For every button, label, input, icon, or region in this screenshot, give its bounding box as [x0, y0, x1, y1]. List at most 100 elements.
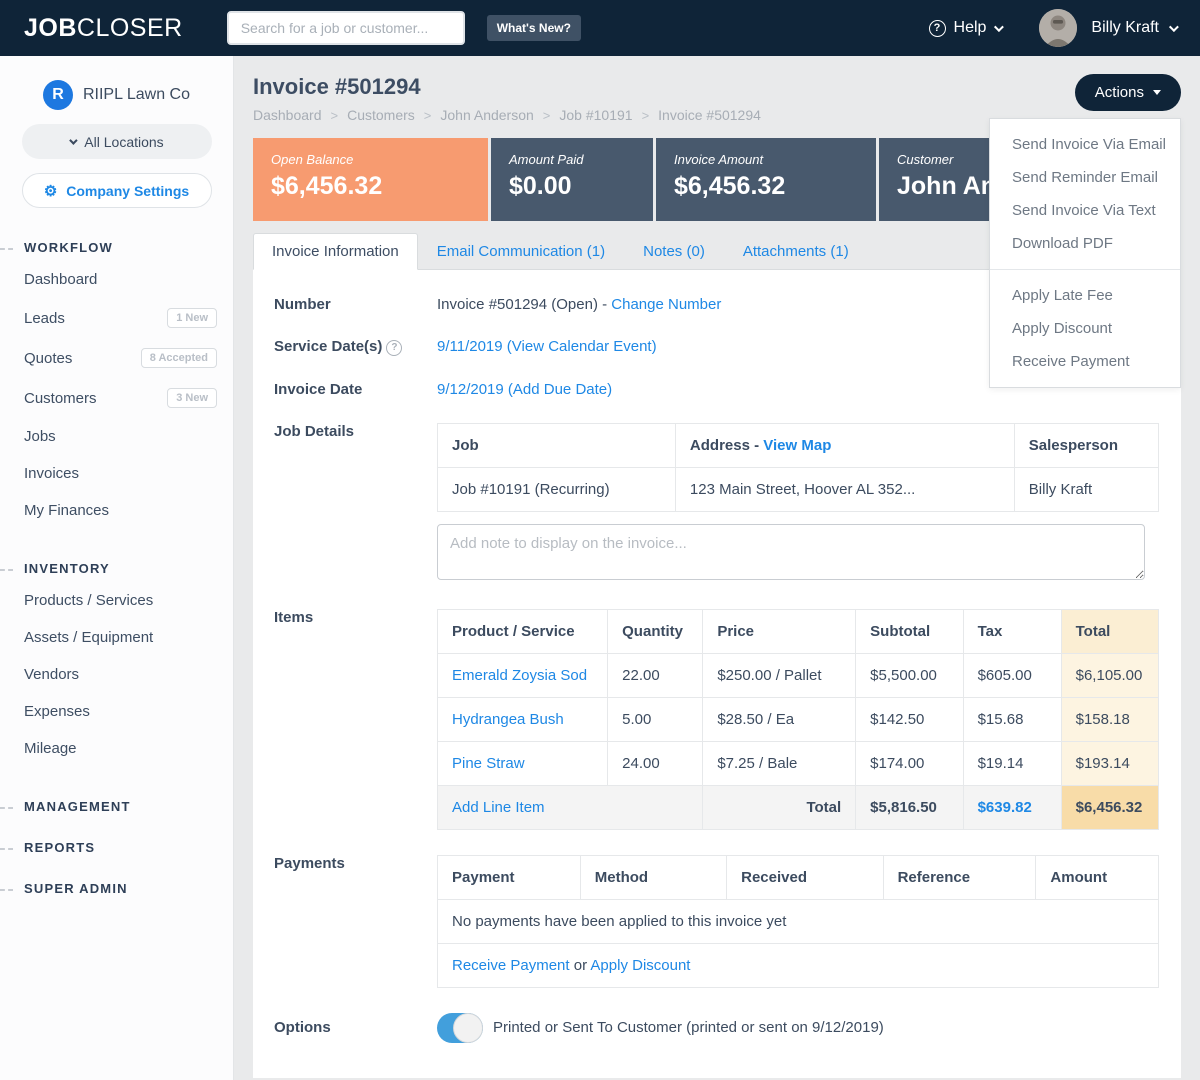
- add-line-item-link[interactable]: Add Line Item: [452, 799, 545, 816]
- price-cell: $28.50 / Ea: [703, 697, 856, 741]
- table-header-row: Product / Service Quantity Price Subtota…: [438, 609, 1159, 653]
- breadcrumb-customer-name[interactable]: John Anderson: [440, 107, 533, 123]
- chevron-down-icon: [994, 22, 1004, 32]
- invoice-note-input[interactable]: [437, 524, 1145, 580]
- app-logo: JOBCLOSER: [24, 14, 183, 43]
- sidebar-section-reports[interactable]: REPORTS: [0, 834, 233, 861]
- breadcrumb-job[interactable]: Job #10191: [559, 107, 632, 123]
- sidebar-item-vendors[interactable]: Vendors: [0, 656, 233, 693]
- breadcrumb: Dashboard> Customers> John Anderson> Job…: [253, 107, 761, 123]
- breadcrumb-separator: >: [543, 108, 551, 123]
- sidebar-item-invoices[interactable]: Invoices: [0, 455, 233, 492]
- view-map-link[interactable]: View Map: [763, 437, 831, 454]
- sidebar-item-assets-equipment[interactable]: Assets / Equipment: [0, 619, 233, 656]
- menu-item-send-reminder-email[interactable]: Send Reminder Email: [990, 161, 1180, 194]
- tab-notes[interactable]: Notes (0): [624, 233, 724, 270]
- product-cell: Hydrangea Bush: [438, 697, 608, 741]
- breadcrumb-customers[interactable]: Customers: [347, 107, 415, 123]
- price-header: Price: [703, 609, 856, 653]
- tab-invoice-information[interactable]: Invoice Information: [253, 233, 418, 270]
- menu-item-send-invoice-text[interactable]: Send Invoice Via Text: [990, 194, 1180, 227]
- nav-label: Products / Services: [24, 592, 153, 609]
- stat-value: $0.00: [509, 172, 635, 201]
- service-date-link[interactable]: 9/11/2019: [437, 338, 503, 355]
- table-row: No payments have been applied to this in…: [438, 899, 1159, 943]
- tab-attachments[interactable]: Attachments (1): [724, 233, 868, 270]
- table-row: Receive Payment or Apply Discount: [438, 943, 1159, 987]
- nav-label: Jobs: [24, 428, 56, 445]
- invoice-date-link[interactable]: 9/12/2019: [437, 381, 504, 398]
- sidebar-item-dashboard[interactable]: Dashboard: [0, 261, 233, 298]
- search-input[interactable]: [227, 11, 465, 45]
- sidebar-item-customers[interactable]: Customers3 New: [0, 378, 233, 418]
- sidebar-item-mileage[interactable]: Mileage: [0, 730, 233, 767]
- sidebar-item-quotes[interactable]: Quotes8 Accepted: [0, 338, 233, 378]
- tax-header: Tax: [963, 609, 1061, 653]
- toggle-knob: [453, 1013, 483, 1043]
- company-settings-button[interactable]: ⚙ Company Settings: [22, 173, 212, 208]
- section-label: WORKFLOW: [24, 240, 113, 255]
- salesperson-header: Salesperson: [1014, 423, 1158, 467]
- add-line-item-cell: Add Line Item: [438, 785, 703, 829]
- field-options: Printed or Sent To Customer (printed or …: [437, 1011, 1159, 1043]
- nav-label: Mileage: [24, 740, 77, 757]
- actions-button[interactable]: Actions: [1075, 74, 1181, 111]
- sidebar-item-my-finances[interactable]: My Finances: [0, 492, 233, 529]
- menu-divider: [990, 269, 1180, 270]
- invoice-information-panel: Number Invoice #501294 (Open) - Change N…: [253, 270, 1181, 1078]
- table-row: Pine Straw 24.00 $7.25 / Bale $174.00 $1…: [438, 741, 1159, 785]
- logo-bold: JOB: [24, 14, 77, 42]
- subtotal-cell: $5,500.00: [856, 653, 963, 697]
- subtotal-cell: $142.50: [856, 697, 963, 741]
- breadcrumb-invoice[interactable]: Invoice #501294: [658, 107, 761, 123]
- actions-label: Actions: [1095, 84, 1144, 101]
- add-due-date-link[interactable]: (Add Due Date): [508, 381, 612, 398]
- menu-item-apply-discount[interactable]: Apply Discount: [990, 312, 1180, 345]
- apply-discount-link[interactable]: Apply Discount: [590, 957, 690, 974]
- all-locations-select[interactable]: All Locations: [22, 124, 212, 159]
- printed-sent-text: Printed or Sent To Customer (printed or …: [493, 1019, 884, 1036]
- reference-header: Reference: [883, 855, 1036, 899]
- question-icon[interactable]: ?: [386, 340, 402, 356]
- chevron-down-icon: [69, 136, 77, 144]
- section-dash-icon: [0, 889, 13, 891]
- menu-item-receive-payment[interactable]: Receive Payment: [990, 345, 1180, 378]
- breadcrumb-dashboard[interactable]: Dashboard: [253, 107, 322, 123]
- table-header-row: Payment Method Received Reference Amount: [438, 855, 1159, 899]
- amount-header: Amount: [1036, 855, 1159, 899]
- change-number-link[interactable]: Change Number: [611, 296, 721, 313]
- avatar[interactable]: [1039, 9, 1077, 47]
- help-menu[interactable]: ? Help: [929, 19, 1002, 37]
- menu-item-download-pdf[interactable]: Download PDF: [990, 227, 1180, 260]
- sidebar-item-jobs[interactable]: Jobs: [0, 418, 233, 455]
- sidebar-item-leads[interactable]: Leads1 New: [0, 298, 233, 338]
- breadcrumb-separator: >: [331, 108, 339, 123]
- items-footer-row: Add Line Item Total $5,816.50 $639.82 $6…: [438, 785, 1159, 829]
- printed-sent-toggle[interactable]: [437, 1013, 483, 1043]
- table-row: Job #10191 (Recurring) 123 Main Street, …: [438, 467, 1159, 511]
- quantity-header: Quantity: [608, 609, 703, 653]
- sidebar-section-super-admin[interactable]: SUPER ADMIN: [0, 875, 233, 902]
- sidebar-item-products-services[interactable]: Products / Services: [0, 582, 233, 619]
- whats-new-button[interactable]: What's New?: [487, 15, 581, 41]
- receive-payment-link[interactable]: Receive Payment: [452, 957, 570, 974]
- product-link[interactable]: Pine Straw: [452, 755, 525, 772]
- product-link[interactable]: Emerald Zoysia Sod: [452, 667, 587, 684]
- sidebar-section-management[interactable]: MANAGEMENT: [0, 793, 233, 820]
- subtotal-cell: $174.00: [856, 741, 963, 785]
- tax-total-link[interactable]: $639.82: [978, 799, 1032, 816]
- table-row: Emerald Zoysia Sod 22.00 $250.00 / Palle…: [438, 653, 1159, 697]
- sidebar-item-expenses[interactable]: Expenses: [0, 693, 233, 730]
- user-menu[interactable]: Billy Kraft: [1091, 19, 1176, 37]
- view-calendar-event-link[interactable]: (View Calendar Event): [507, 338, 657, 355]
- table-header-row: Job Address - View Map Salesperson: [438, 423, 1159, 467]
- section-label: INVENTORY: [24, 561, 110, 576]
- gear-icon: ⚙: [44, 182, 57, 200]
- or-text: or: [574, 957, 587, 974]
- product-link[interactable]: Hydrangea Bush: [452, 711, 564, 728]
- menu-item-apply-late-fee[interactable]: Apply Late Fee: [990, 279, 1180, 312]
- section-dash-icon: [0, 248, 13, 250]
- tab-email-communication[interactable]: Email Communication (1): [418, 233, 624, 270]
- menu-item-send-invoice-email[interactable]: Send Invoice Via Email: [990, 128, 1180, 161]
- subtotal-header: Subtotal: [856, 609, 963, 653]
